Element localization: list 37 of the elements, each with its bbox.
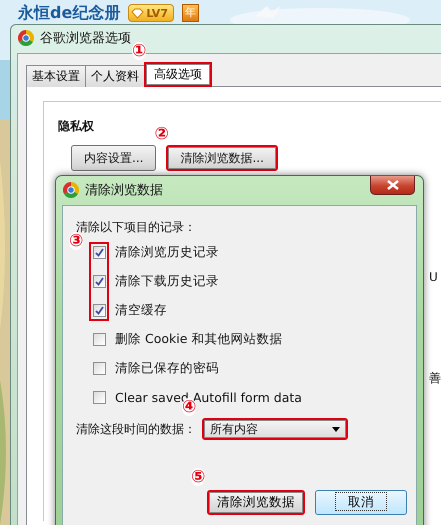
dialog-button[interactable]: 取消 [315,490,407,515]
tab[interactable]: 基本设置 [26,65,86,87]
circle-logo-icon [63,182,79,198]
checkbox[interactable] [92,362,106,375]
checkbox[interactable] [92,391,106,404]
partial-text: 善 [429,370,441,387]
checkbox-label: 清除下载历史记录 [115,273,220,290]
level-badge: LV7 [128,4,174,22]
dropdown-arrow-icon [332,426,340,432]
close-button[interactable] [370,176,415,195]
checkbox-label: 清除浏览历史记录 [115,244,220,261]
dialog-title: 清除浏览数据 [85,182,163,199]
settings-button[interactable]: 内容设置... [71,145,156,171]
range-label: 清除这段时间的数据： [76,420,196,438]
prompt-label: 清除以下项目的记录： [76,219,197,234]
dialog-button[interactable]: 清除浏览数据 [207,490,305,515]
close-icon [386,180,400,190]
section-title: 隐私权 [58,118,94,135]
time-range-dropdown[interactable]: 所有内容 [202,418,348,440]
step-number: ③ [69,232,84,250]
tab[interactable]: 高级选项 [144,62,212,87]
checkbox-label: 清除已保存的密码 [115,360,220,377]
checkbox[interactable] [92,333,106,346]
checkbox[interactable] [92,275,106,288]
checkbox[interactable] [92,304,106,317]
step-number: ⑤ [191,468,206,486]
step-number: ① [132,42,146,60]
checkbox-label: 清空缓存 [115,302,168,319]
tab[interactable]: 个人资料 [85,65,145,87]
user-name: 永恒de纪念册 [18,2,120,24]
checkbox[interactable] [92,246,106,259]
circle-logo-icon [18,30,34,46]
year-badge: 年 [182,4,199,22]
window-title: 谷歌浏览器选项 [40,30,131,47]
settings-button[interactable]: 清除浏览数据... [166,145,278,171]
partial-text: U [429,270,438,284]
checkbox-label: 删除 Cookie 和其他网站数据 [115,331,284,348]
